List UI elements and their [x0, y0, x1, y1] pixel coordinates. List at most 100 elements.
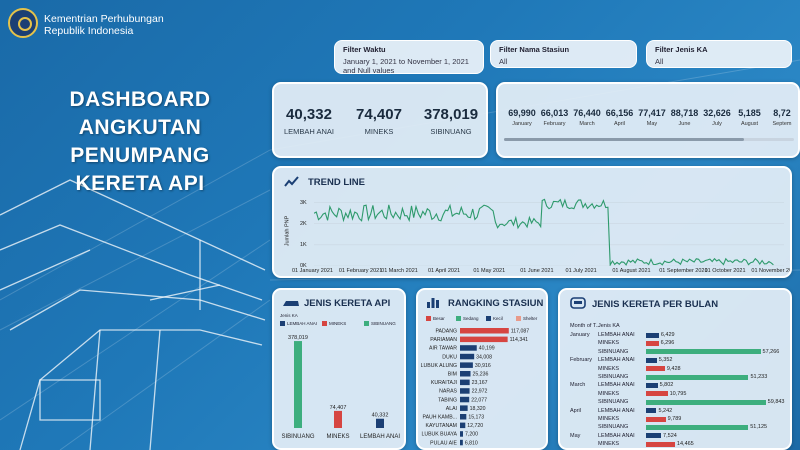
jenis-legend-item: MINEKS: [322, 321, 347, 327]
rank-bar: [460, 336, 508, 343]
rank-bar-value: 12,720: [467, 423, 483, 429]
filter-jenis-value: All: [655, 57, 664, 66]
per-bulan-value: 14,465: [676, 441, 694, 448]
rank-bar-category: PULAU AIE: [430, 440, 457, 446]
rank-bar-value: 22,972: [472, 389, 488, 395]
org-name-line1: Kementrian Perhubungan: [44, 13, 164, 25]
rank-bar: [460, 362, 473, 368]
jenis-bar: [376, 418, 384, 428]
jenis-bar-value: 378,019: [288, 335, 308, 341]
per-bulan-bar: [646, 340, 659, 346]
per-bulan-value: 9,428: [666, 365, 681, 372]
legend-label: SIBINUANG: [371, 321, 396, 326]
filter-waktu-value2: and Null values: [343, 66, 395, 74]
per-bulan-bar: [646, 441, 675, 447]
per-bulan-bar: [646, 357, 657, 363]
rank-bar-category: LUBUK ALUNG: [421, 363, 457, 369]
filter-waktu-value: January 1, 2021 to November 1, 2021: [343, 57, 469, 66]
per-bulan-col-jenis: Jenis KA: [598, 323, 620, 329]
dashboard-title-line2: PENUMPANG KERETA API: [70, 144, 210, 195]
station-icon: [570, 297, 586, 309]
filter-stasiun-value: All: [499, 57, 508, 66]
per-bulan-value: 5,802: [659, 382, 674, 389]
rank-bar: [460, 422, 466, 429]
legend-swatch: [364, 321, 369, 327]
kpi-card: 40,332 LEMBAH ANAI 74,407 MINEKS 378,019…: [272, 82, 488, 158]
per-bulan-bar: [646, 374, 749, 380]
per-bulan-bar: [646, 433, 662, 439]
filter-waktu-label: Filter Waktu: [343, 45, 386, 54]
rangking-stasiun-card: RANGKING STASIUN Besar Sedang Kecil Shelter…: [416, 288, 548, 450]
rank-bar: [460, 405, 468, 411]
rank-bar-value: 40,199: [479, 346, 495, 352]
rank-bar-category: NARAS: [439, 389, 457, 395]
rank-bar-category: LUBUK BUAYA: [421, 432, 457, 438]
kpi-value: 378,019: [423, 106, 479, 123]
per-bulan-bar: [646, 399, 766, 405]
rank-bar-value: 7,200: [465, 432, 478, 438]
rank-bar-value: 30,916: [475, 363, 491, 369]
per-bulan-bar: [646, 366, 665, 372]
trend-xtick: 01 September 2021: [659, 268, 708, 274]
trend-ytick: 1K: [300, 241, 307, 248]
rank-bar-category: TABING: [438, 397, 457, 403]
rank-legend-item: Sedang: [456, 316, 479, 322]
filter-nama-stasiun[interactable]: Filter Nama Stasiun All: [490, 40, 637, 68]
ranking-icon: [427, 298, 439, 308]
rank-bar-value: 6,810: [465, 440, 478, 446]
legend-label: Sedang: [463, 316, 479, 321]
monthly-total-value: 8,72: [773, 108, 791, 118]
trend-xtick: 01 May 2021: [473, 268, 506, 274]
per-bulan-jenis: MINEKS: [598, 441, 620, 448]
dashboard-title-line1: DASHBOARD ANGKUTAN: [69, 88, 211, 139]
filter-jenis-ka[interactable]: Filter Jenis KA All: [646, 40, 792, 68]
jenis-bar: [294, 341, 302, 428]
filter-jenis-label: Filter Jenis KA: [655, 45, 708, 54]
train-icon: [283, 301, 299, 306]
filter-waktu[interactable]: Filter Waktu January 1, 2021 to November…: [334, 40, 484, 74]
rank-bar-category: AIR TAWAR: [429, 346, 457, 352]
per-bulan-bar: [646, 382, 658, 388]
per-bulan-month: April: [570, 407, 582, 414]
per-bulan-jenis: SIBINUANG: [598, 374, 629, 380]
jenis-ka-legend-title: Jenis KA: [280, 313, 298, 318]
trend-xtick: 01 March 2021: [381, 268, 418, 274]
rank-bar-category: PAUH KAMB...: [423, 415, 458, 421]
per-bulan-value: 57,266: [762, 348, 780, 355]
per-bulan-month: January: [570, 332, 590, 338]
per-bulan-month: February: [570, 357, 593, 364]
rank-bar: [460, 379, 470, 386]
trend-line-card: TREND LINE Jumlah PNP 3K 2K 1K 0K 01 Januar…: [272, 166, 792, 278]
legend-swatch: [322, 321, 327, 327]
trend-xtick: 01 January 2021: [292, 268, 333, 274]
rank-bar: [460, 439, 463, 446]
per-bulan-jenis: SIBINUANG: [598, 348, 629, 355]
trend-xtick: 01 April 2021: [428, 268, 461, 274]
per-bulan-bar: [646, 391, 668, 397]
per-bulan-value: 6,429: [660, 332, 675, 338]
jenis-bar-category: SIBINUANG: [281, 434, 314, 440]
monthly-total-label: Septem: [772, 121, 792, 127]
per-bulan-bar: [646, 408, 657, 414]
per-bulan-jenis: LEMBAH ANAI: [598, 432, 635, 439]
per-bulan-value: 5,352: [658, 357, 673, 364]
trend-icon: [284, 176, 299, 187]
jenis-bar: [334, 410, 342, 428]
monthly-scrollbar[interactable]: [504, 138, 794, 141]
org-name: Kementrian Perhubungan Republik Indonesi…: [44, 13, 164, 37]
rank-bar-value: 34,008: [476, 354, 492, 360]
rank-legend-item: Kecil: [486, 316, 503, 322]
per-bulan-value: 9,789: [667, 416, 682, 422]
trend-xtick: 01 August 2021: [612, 268, 651, 274]
trend-title: TREND LINE: [308, 177, 365, 188]
legend-label: MINEKS: [329, 321, 347, 326]
per-bulan-month: May: [570, 432, 581, 439]
per-bulan-jenis: MINEKS: [598, 365, 620, 372]
monthly-totals-card: 69,990 January 66,013 February 76,440 March 66…: [496, 82, 800, 158]
legend-swatch: [426, 316, 431, 322]
kpi-lembah-anai: 40,332 LEMBAH ANAI: [278, 106, 340, 136]
rank-bar: [460, 345, 477, 351]
jenis-bar-category: MINEKS: [326, 434, 349, 440]
per-bulan-bar: [646, 424, 749, 430]
legend-swatch: [280, 321, 285, 327]
